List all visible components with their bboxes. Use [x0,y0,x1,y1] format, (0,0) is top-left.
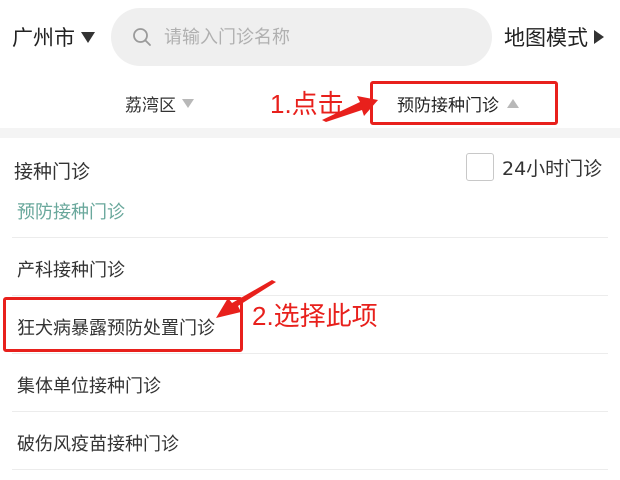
search-box[interactable] [111,8,492,66]
annotation-step2: 2.选择此项 [252,301,378,331]
caret-down-icon [81,31,95,43]
24h-checkbox[interactable] [466,153,494,181]
search-icon [133,28,151,46]
list-item[interactable]: 破伤风疫苗接种门诊 [12,412,608,470]
highlight-box-step1 [370,81,558,125]
section-divider [0,128,620,138]
arrow-step1-icon [322,96,378,122]
list-item[interactable]: 预防接种门诊 [12,180,608,238]
24h-checkbox-label: 24小时门诊 [502,157,603,180]
city-label: 广州市 [12,26,75,50]
district-filter[interactable]: 荔湾区 [125,91,194,116]
map-mode-button[interactable]: 地图模式 [504,22,604,52]
top-bar: 广州市 地图模式 [0,0,620,76]
caret-down-icon [182,99,194,108]
list-item-label: 预防接种门诊 [17,202,125,223]
list-item-label: 产科接种门诊 [17,260,125,281]
list-item-label: 集体单位接种门诊 [17,376,161,397]
list-item[interactable]: 集体单位接种门诊 [12,354,608,412]
highlight-box-step2 [3,297,243,352]
list-item[interactable]: 产科接种门诊 [12,238,608,296]
list-item-label: 破伤风疫苗接种门诊 [17,434,179,455]
search-input[interactable] [162,25,466,49]
24h-filter[interactable]: 24小时门诊 [466,153,602,181]
district-label: 荔湾区 [125,96,176,116]
caret-right-icon [594,30,604,44]
city-selector[interactable]: 广州市 [12,22,95,52]
map-mode-label: 地图模式 [504,26,588,50]
